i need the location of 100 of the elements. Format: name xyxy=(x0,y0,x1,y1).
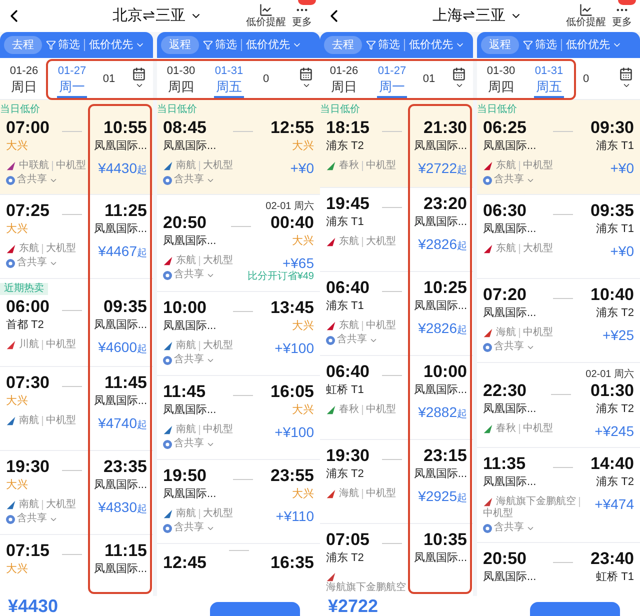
price-alert-button[interactable]: 低价提醒 xyxy=(246,3,286,29)
arrival-time: 09:35 xyxy=(590,201,634,221)
filter-button[interactable]: 筛选 xyxy=(523,36,557,54)
date-tab[interactable]: 01-26 周日 xyxy=(320,58,368,99)
departure-time: 12:45 xyxy=(163,553,206,573)
aircraft-type: 中机型 xyxy=(56,160,86,172)
total-price: ¥4430 xyxy=(8,596,58,616)
airport-name: 凤凰国际... xyxy=(483,570,536,585)
codeshare-toggle[interactable]: 含共享 xyxy=(483,341,535,353)
date-tab[interactable]: 01-27 周一 xyxy=(48,58,96,99)
arrival-time: 11:15 xyxy=(104,541,147,561)
aircraft-type: 中机型 xyxy=(483,508,513,520)
more-button[interactable]: 更多 xyxy=(292,3,312,29)
calendar-icon xyxy=(452,67,466,81)
price-alert-button[interactable]: 低价提醒 xyxy=(566,3,606,29)
price: ¥4600起 xyxy=(98,339,147,357)
sort-dropdown[interactable]: 低价优先 xyxy=(566,36,622,54)
airport-name: 凤凰国际... xyxy=(414,299,467,314)
flight-card[interactable]: 当日低价 06:25 凤凰国际... 09:30 浦东 T1 东航 中机型 含共享 +¥0 xyxy=(477,100,640,195)
arrival-time: 16:05 xyxy=(270,382,314,402)
departure-time: 07:15 xyxy=(6,541,50,561)
more-button[interactable]: 更多 xyxy=(612,3,632,29)
trip-label: 返程 xyxy=(481,36,519,54)
departure-time: 19:30 xyxy=(6,457,50,477)
arrival-time: 10:40 xyxy=(590,285,634,305)
price: +¥100 xyxy=(274,424,314,440)
airline-name: 东航 xyxy=(339,236,359,248)
arrival-time: 10:35 xyxy=(424,530,467,550)
date-tab[interactable]: 0 xyxy=(253,58,279,99)
date-tab[interactable]: 01-30 周四 xyxy=(157,58,205,99)
airline-name: 东航 xyxy=(496,243,516,255)
date-tab[interactable]: 0 xyxy=(573,58,599,99)
route-title[interactable]: 上海⇌三亚 xyxy=(348,4,566,28)
flight-tag: 近期热卖 xyxy=(0,283,48,295)
date-tab[interactable]: 01-27 周一 xyxy=(368,58,416,99)
next-button[interactable] xyxy=(530,602,620,616)
airport-name: 凤凰国际... xyxy=(483,222,536,237)
departure-time: 06:00 xyxy=(6,297,50,317)
chart-icon xyxy=(579,3,593,17)
arrival-time: 23:55 xyxy=(270,466,314,486)
airline-name: 春秋 xyxy=(496,423,516,435)
aircraft-type: 大机型 xyxy=(46,243,76,255)
codeshare-toggle[interactable]: 含共享 xyxy=(6,257,58,269)
share-icon xyxy=(163,356,172,364)
filter-button[interactable]: 筛选 xyxy=(46,36,80,54)
departure-time: 07:05 xyxy=(326,530,370,550)
filter-button[interactable]: 筛选 xyxy=(203,36,237,54)
departure-time: 06:40 xyxy=(326,362,370,382)
codeshare-toggle[interactable]: 含共享 xyxy=(163,269,215,281)
price: ¥2925起 xyxy=(418,488,467,506)
sort-dropdown[interactable]: 低价优先 xyxy=(89,36,145,54)
share-icon xyxy=(163,440,172,448)
chart-icon xyxy=(259,3,273,17)
airport-name: 凤凰国际... xyxy=(414,139,467,154)
codeshare-toggle[interactable]: 含共享 xyxy=(163,354,215,366)
airport-name: 凤凰国际... xyxy=(94,478,147,493)
airport-name: 凤凰国际... xyxy=(163,487,216,502)
date-tab[interactable]: 01-31 周五 xyxy=(205,58,253,99)
aircraft-type: 中机型 xyxy=(203,424,233,436)
flight-card[interactable]: 当日低价 07:00 大兴 10:55 凤凰国际... 中联航 中机型 含共享 ¥4430起 xyxy=(0,100,153,195)
airport-name: 首都 T2 xyxy=(6,318,45,333)
aircraft-type: 中机型 xyxy=(523,160,553,172)
price: +¥25 xyxy=(602,327,634,343)
trip-label: 去程 xyxy=(324,36,362,54)
flight-card[interactable]: 当日低价 08:45 凤凰国际... 12:55 大兴 南航 大机型 含共享 +¥0 xyxy=(157,100,320,195)
codeshare-toggle[interactable]: 含共享 xyxy=(163,438,215,450)
airline-name: 春秋 xyxy=(339,404,359,416)
airport-name: 浦东 T2 xyxy=(596,474,634,490)
date-tab[interactable]: 01-26 周日 xyxy=(0,58,48,99)
date-tab[interactable]: 01-31 周五 xyxy=(525,58,573,99)
route-title[interactable]: 北京⇌三亚 xyxy=(28,4,246,28)
date-tab[interactable]: 01 xyxy=(416,58,442,99)
next-button[interactable] xyxy=(210,602,300,616)
departure-time: 20:50 xyxy=(483,549,528,569)
departure-time: 06:25 xyxy=(483,118,528,138)
codeshare-toggle[interactable]: 含共享 xyxy=(163,522,215,534)
airport-name: 虹桥 T1 xyxy=(596,570,634,585)
airport-name: 凤凰国际... xyxy=(414,215,467,230)
sort-dropdown[interactable]: 低价优先 xyxy=(246,36,302,54)
airport-name: 浦东 T2 xyxy=(326,138,365,154)
share-icon xyxy=(326,336,335,344)
codeshare-toggle[interactable]: 含共享 xyxy=(326,334,378,346)
arrival-time: 23:15 xyxy=(424,446,467,466)
price: ¥4430起 xyxy=(98,160,147,178)
aircraft-type: 中机型 xyxy=(366,488,396,500)
airport-name: 凤凰国际... xyxy=(414,467,467,482)
flight-card[interactable]: 当日低价 18:15 浦东 T2 21:30 凤凰国际... 春秋 中机型 ¥2722起 xyxy=(320,100,473,188)
codeshare-toggle[interactable]: 含共享 xyxy=(483,522,535,534)
airport-name: 大兴 xyxy=(292,319,314,334)
departure-time: 22:30 xyxy=(483,381,528,401)
date-tab[interactable]: 01-30 周四 xyxy=(477,58,525,99)
price: ¥2882起 xyxy=(418,404,467,422)
sort-dropdown[interactable]: 低价优先 xyxy=(409,36,465,54)
aircraft-type: 中机型 xyxy=(523,423,553,435)
filter-button[interactable]: 筛选 xyxy=(366,36,400,54)
codeshare-toggle[interactable]: 含共享 xyxy=(6,513,58,525)
filter-icon xyxy=(523,40,533,50)
arrival-time: 10:00 xyxy=(424,362,467,382)
filter-icon xyxy=(46,40,56,50)
date-tab[interactable]: 01 xyxy=(96,58,122,99)
